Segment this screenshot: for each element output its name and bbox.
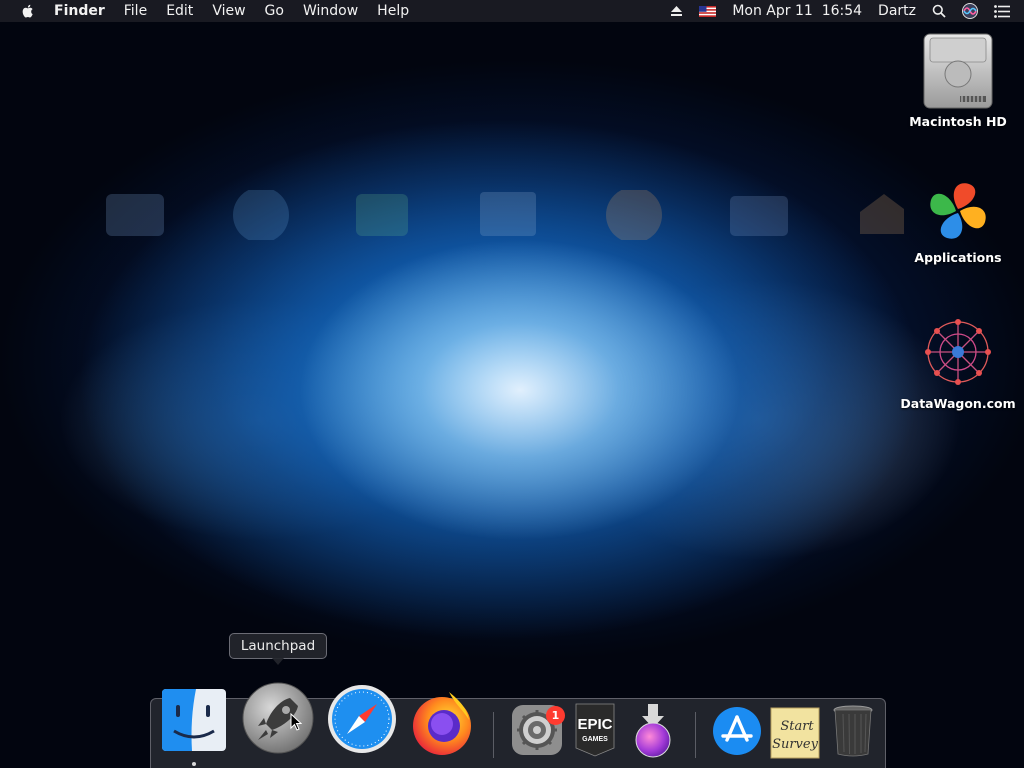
tooltip-arrow (272, 658, 284, 665)
dock-item-app-store[interactable] (712, 706, 762, 760)
mouse-cursor (290, 713, 302, 731)
menu-go[interactable]: Go (265, 0, 284, 22)
dock-tooltip: Launchpad (229, 633, 327, 665)
sticky-note-text: Start (780, 719, 814, 734)
epic-logo-text: EPIC (577, 716, 612, 733)
epic-games-icon: EPIC GAMES (575, 703, 615, 757)
menu-window[interactable]: Window (303, 0, 358, 22)
desktop-icon-macintosh-hd[interactable]: Macintosh HD (903, 32, 1013, 129)
dock-item-epic-games[interactable]: EPIC GAMES (574, 702, 616, 762)
sticky-note-icon: Start Survey (770, 707, 820, 759)
launchpad-rocket-icon (242, 682, 314, 754)
applications-icon (930, 183, 986, 239)
notification-center-icon[interactable] (994, 4, 1010, 18)
siri-icon[interactable] (962, 3, 978, 19)
notification-badge: 1 (546, 706, 565, 725)
dock-separator (493, 712, 494, 758)
safari-compass-icon (328, 685, 396, 753)
dock-item-trash[interactable] (832, 704, 874, 762)
dock-item-start-survey[interactable]: Start Survey (769, 706, 821, 764)
finder-running-indicator (192, 762, 196, 766)
firefox-icon (413, 692, 471, 755)
desktop-icon-applications[interactable]: Applications (903, 176, 1013, 265)
dock-item-firefox[interactable] (409, 690, 475, 760)
dock-item-finder[interactable] (162, 689, 226, 755)
menu-finder[interactable]: Finder (54, 0, 105, 22)
desktop-icon-label: DataWagon.com (900, 396, 1016, 411)
trash-icon (833, 705, 873, 757)
menu-edit[interactable]: Edit (166, 0, 193, 22)
sticky-note-text: Survey (772, 737, 819, 752)
desktop-icon-datawagon[interactable]: DataWagon.com (900, 312, 1016, 411)
dock-separator (695, 712, 696, 758)
menu-help[interactable]: Help (377, 0, 409, 22)
finder-icon (162, 689, 226, 751)
menu-bar: Finder File Edit View Go Window Help Mon… (0, 0, 1024, 22)
menu-file[interactable]: File (124, 0, 147, 22)
epic-logo-subtext: GAMES (582, 736, 608, 743)
desktop-icon-label: Macintosh HD (909, 114, 1007, 129)
desktop-icon-label: Applications (914, 250, 1002, 265)
user-name[interactable]: Dartz (878, 0, 916, 22)
eject-icon[interactable] (670, 5, 683, 17)
installer-icon (635, 704, 671, 758)
hard-drive-icon (923, 33, 993, 109)
us-flag-icon[interactable] (699, 5, 717, 17)
dock-item-safari[interactable] (327, 684, 397, 758)
app-store-icon (713, 707, 761, 755)
dock-tooltip-text: Launchpad (240, 638, 316, 654)
clock-datetime[interactable]: Mon Apr 11 16:54 (732, 0, 862, 22)
menu-view[interactable]: View (212, 0, 245, 22)
datawagon-icon (925, 319, 991, 385)
apple-icon[interactable] (20, 3, 36, 19)
search-icon[interactable] (932, 4, 946, 18)
ghost-icon-row (104, 187, 908, 244)
dock-item-installer[interactable] (630, 702, 676, 762)
dock-item-launchpad[interactable] (242, 682, 314, 758)
